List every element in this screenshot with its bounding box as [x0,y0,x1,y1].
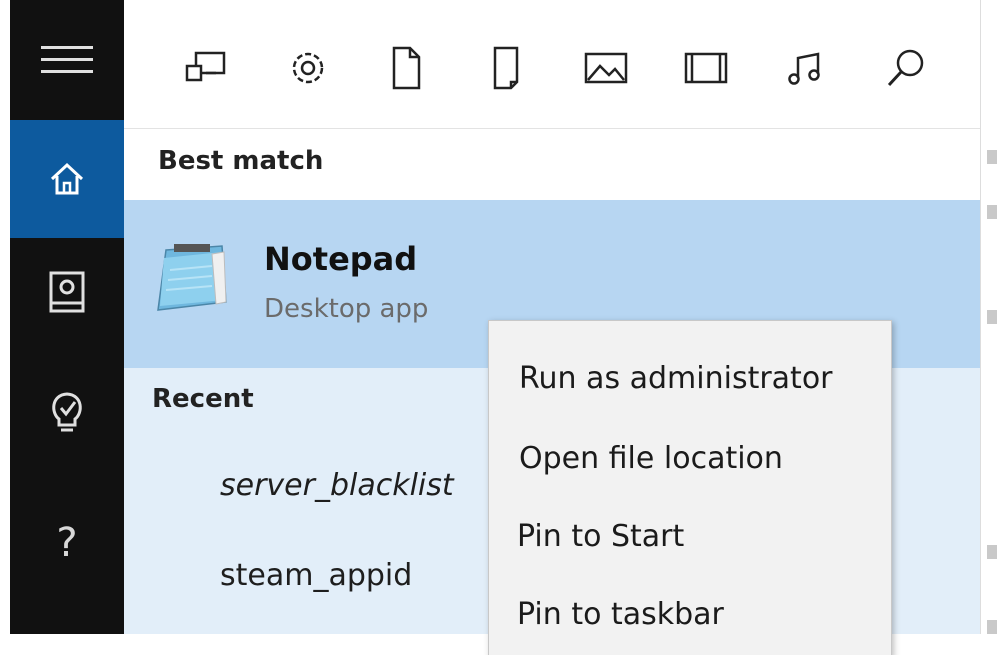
background-window-edge [980,0,1000,634]
context-menu: Run as administrator Open file location … [488,320,892,655]
folders-filter-button[interactable] [478,40,534,96]
result-subtitle: Desktop app [264,294,429,324]
recent-item[interactable]: steam_appid [220,558,412,593]
best-match-header: Best match [158,146,324,176]
notepad-app-icon [157,244,227,311]
music-filter-button[interactable] [778,40,834,96]
web-filter-button[interactable] [878,40,934,96]
home-icon [50,162,84,195]
background-text-fragment [987,310,997,324]
settings-icon [292,52,324,84]
home-button[interactable] [10,120,124,238]
recent-header: Recent [152,384,254,414]
folders-icon [493,46,519,90]
settings-filter-button[interactable] [280,40,336,96]
videos-icon [684,52,728,84]
background-text-fragment [987,620,997,634]
web-search-icon [887,49,924,87]
apps-filter-button[interactable] [178,40,234,96]
left-nav-rail: ? [10,0,124,634]
videos-filter-button[interactable] [678,40,734,96]
notebook-button[interactable] [10,238,124,348]
search-filter-bar [124,0,980,129]
menu-item-pin-to-taskbar[interactable]: Pin to taskbar [489,575,891,653]
apps-icon [185,51,226,82]
search-window: ? Best match Notepad Desktop app Recent … [0,0,1000,655]
result-title: Notepad [264,240,418,278]
lightbulb-icon [52,392,82,432]
menu-item-open-file-location[interactable]: Open file location [489,419,891,497]
feedback-button[interactable] [10,348,124,478]
background-text-fragment [987,205,997,219]
background-text-fragment [987,150,997,164]
documents-icon [392,46,421,90]
photos-icon [584,52,628,84]
menu-item-pin-to-start[interactable]: Pin to Start [489,497,891,575]
notebook-icon [49,271,85,313]
background-text-fragment [987,545,997,559]
photos-filter-button[interactable] [578,40,634,96]
hamburger-menu-icon [41,46,93,73]
music-icon [788,52,820,85]
recent-item[interactable]: server_blacklist [220,468,454,503]
help-button[interactable]: ? [10,478,124,608]
hamburger-menu-button[interactable] [10,0,124,120]
documents-filter-button[interactable] [378,40,434,96]
menu-item-run-as-administrator[interactable]: Run as administrator [489,339,891,417]
help-icon: ? [56,520,78,566]
